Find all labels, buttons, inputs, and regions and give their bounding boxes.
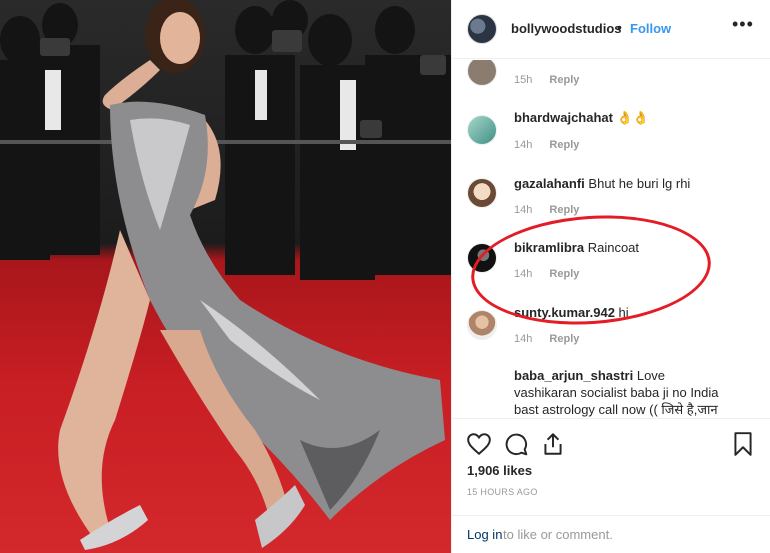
post-side-panel: bollywoodstudios • Follow ••• 15h Reply … (451, 0, 770, 553)
reply-button[interactable]: Reply (549, 333, 579, 345)
comment-username[interactable]: sunty.kumar.942 (514, 305, 615, 320)
likes-count[interactable]: 1,906 likes (467, 463, 532, 478)
bookmark-icon[interactable] (730, 431, 756, 457)
comments-list[interactable]: 15h Reply bhardwajchahat 👌👌 14h Reply ga… (452, 60, 770, 418)
comment-text: Raincoat (587, 240, 640, 255)
comment-text: 👌👌 (616, 110, 649, 125)
comment-body: baba_arjun_shastri Love vashikaran socia… (514, 367, 729, 418)
red-carpet-photo (0, 0, 451, 550)
author-username[interactable]: bollywoodstudios (511, 21, 622, 36)
post-timestamp: 15 HOURS AGO (467, 487, 538, 497)
comment-username[interactable]: baba_arjun_shastri (514, 368, 633, 383)
share-icon[interactable] (540, 431, 566, 457)
comment-time: 14h (514, 139, 533, 151)
comment-time: 14h (514, 268, 533, 280)
reply-button[interactable]: Reply (549, 139, 579, 151)
comment-avatar[interactable] (467, 310, 497, 340)
follow-button[interactable]: Follow (630, 21, 671, 36)
comment-time: 14h (514, 333, 533, 345)
comment-avatar[interactable] (467, 115, 497, 145)
comment-body: bikramlibra Raincoat (514, 239, 759, 256)
comment-meta: 14h Reply (514, 333, 579, 345)
login-prompt: Log in to like or comment. (452, 515, 770, 553)
comment-text: Bhut he buri lg rhi (588, 176, 691, 191)
comment-avatar[interactable] (467, 60, 497, 86)
post-header: bollywoodstudios • Follow ••• (452, 0, 770, 59)
separator-dot: • (617, 19, 622, 35)
login-prompt-text: to like or comment. (503, 527, 613, 542)
comment-meta: 15h Reply (514, 74, 579, 86)
reply-button[interactable]: Reply (549, 74, 579, 86)
reply-button[interactable]: Reply (549, 268, 579, 280)
comment-icon[interactable] (503, 431, 529, 457)
comment-meta: 14h Reply (514, 139, 579, 151)
comment-username[interactable]: bhardwajchahat (514, 110, 613, 125)
more-dots-icon[interactable]: ••• (732, 14, 754, 35)
comment-username[interactable]: bikramlibra (514, 240, 584, 255)
reply-button[interactable]: Reply (549, 204, 579, 216)
comment-username[interactable]: gazalahanfi (514, 176, 585, 191)
heart-icon[interactable] (466, 431, 492, 457)
post-photo[interactable] (0, 0, 451, 553)
comment-meta: 14h Reply (514, 204, 579, 216)
author-avatar[interactable] (467, 14, 497, 44)
comment-body: gazalahanfi Bhut he buri lg rhi (514, 175, 759, 192)
comment-time: 14h (514, 204, 533, 216)
comment-meta: 14h Reply (514, 268, 579, 280)
comment-body: sunty.kumar.942 hi (514, 304, 759, 321)
comment-body: bhardwajchahat 👌👌 (514, 109, 759, 126)
post-actions: 1,906 likes 15 HOURS AGO Log in to like … (452, 418, 770, 553)
comment-avatar[interactable] (467, 178, 497, 208)
comment-text: hi (618, 305, 629, 320)
comment-time: 15h (514, 74, 533, 86)
login-link[interactable]: Log in (467, 527, 502, 542)
comment-avatar[interactable] (467, 243, 497, 273)
